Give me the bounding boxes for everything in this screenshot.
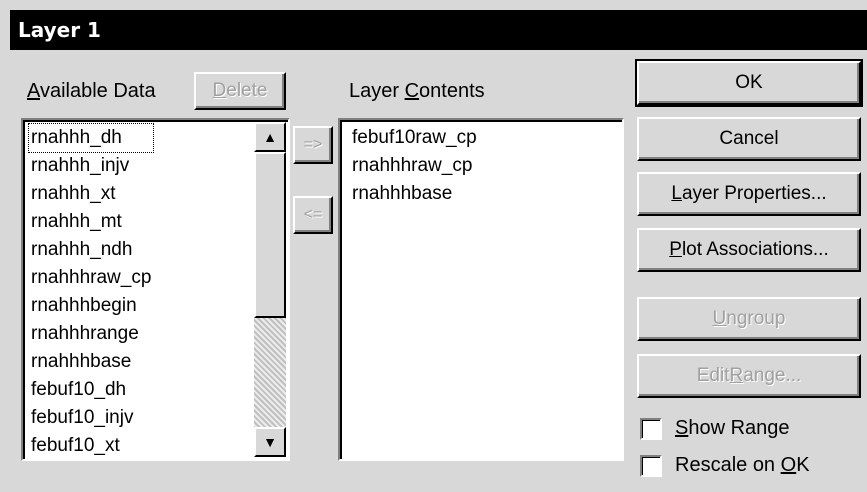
list-item[interactable]: rnahhhbegin [29, 292, 153, 320]
remove-from-layer-button[interactable]: <= [293, 196, 333, 234]
scroll-up-arrow-icon[interactable]: ▲ [254, 122, 286, 152]
scroll-down-arrow-icon[interactable]: ▼ [254, 427, 286, 457]
list-item[interactable]: rnahhhbase [350, 180, 479, 208]
list-item[interactable]: febuf10_injv [29, 404, 153, 432]
list-item[interactable]: febuf10raw_cp [350, 124, 479, 152]
show-range-label: Show Range [675, 417, 790, 439]
cancel-button[interactable]: Cancel [637, 117, 861, 161]
list-item[interactable]: rnahhh_dh [27, 123, 155, 153]
rescale-on-ok-checkbox[interactable] [640, 455, 662, 477]
list-item[interactable]: febuf10_xt [29, 432, 153, 459]
list-item[interactable]: rnahhh_xt [29, 180, 153, 208]
ok-button[interactable]: OK [635, 59, 863, 107]
list-item[interactable]: rnahhh_ndh [29, 236, 153, 264]
title-bar: Layer 1 [10, 10, 867, 50]
ungroup-button[interactable]: Ungroup [637, 297, 861, 341]
layer-contents-label: Layer Contents [349, 80, 485, 102]
list-item[interactable]: rnahhhrange [29, 320, 153, 348]
add-to-layer-button[interactable]: => [293, 126, 333, 164]
window-title: Layer 1 [18, 18, 101, 42]
layer-contents-items: febuf10raw_cp rnahhhraw_cp rnahhhbase [350, 124, 479, 208]
layer-contents-list[interactable]: febuf10raw_cp rnahhhraw_cp rnahhhbase [338, 118, 624, 461]
scroll-thumb[interactable] [254, 152, 286, 318]
list-item[interactable]: rnahhhraw_cp [29, 264, 153, 292]
rescale-on-ok-label: Rescale on OK [675, 454, 810, 476]
layer-properties-button[interactable]: Layer Properties... [637, 172, 861, 216]
available-data-list[interactable]: rnahhh_dh rnahhh_injv rnahhh_xt rnahhh_mt rn… [21, 118, 290, 461]
list-item[interactable]: febuf10_dh [29, 376, 153, 404]
list-item[interactable]: rnahhhbase [29, 348, 153, 376]
list-item[interactable]: rnahhhraw_cp [350, 152, 479, 180]
vertical-scrollbar[interactable]: ▲ ▼ [254, 122, 286, 457]
list-item[interactable]: rnahhh_mt [29, 208, 153, 236]
available-data-items: rnahhh_dh rnahhh_injv rnahhh_xt rnahhh_mt rn… [27, 123, 155, 459]
delete-button[interactable]: Delete [194, 72, 286, 110]
list-item[interactable]: rnahhh_injv [29, 152, 153, 180]
plot-associations-button[interactable]: Plot Associations... [637, 228, 861, 272]
edit-range-button[interactable]: Edit Range... [637, 354, 861, 398]
show-range-checkbox[interactable] [640, 418, 662, 440]
available-data-label: Available Data [27, 80, 156, 102]
